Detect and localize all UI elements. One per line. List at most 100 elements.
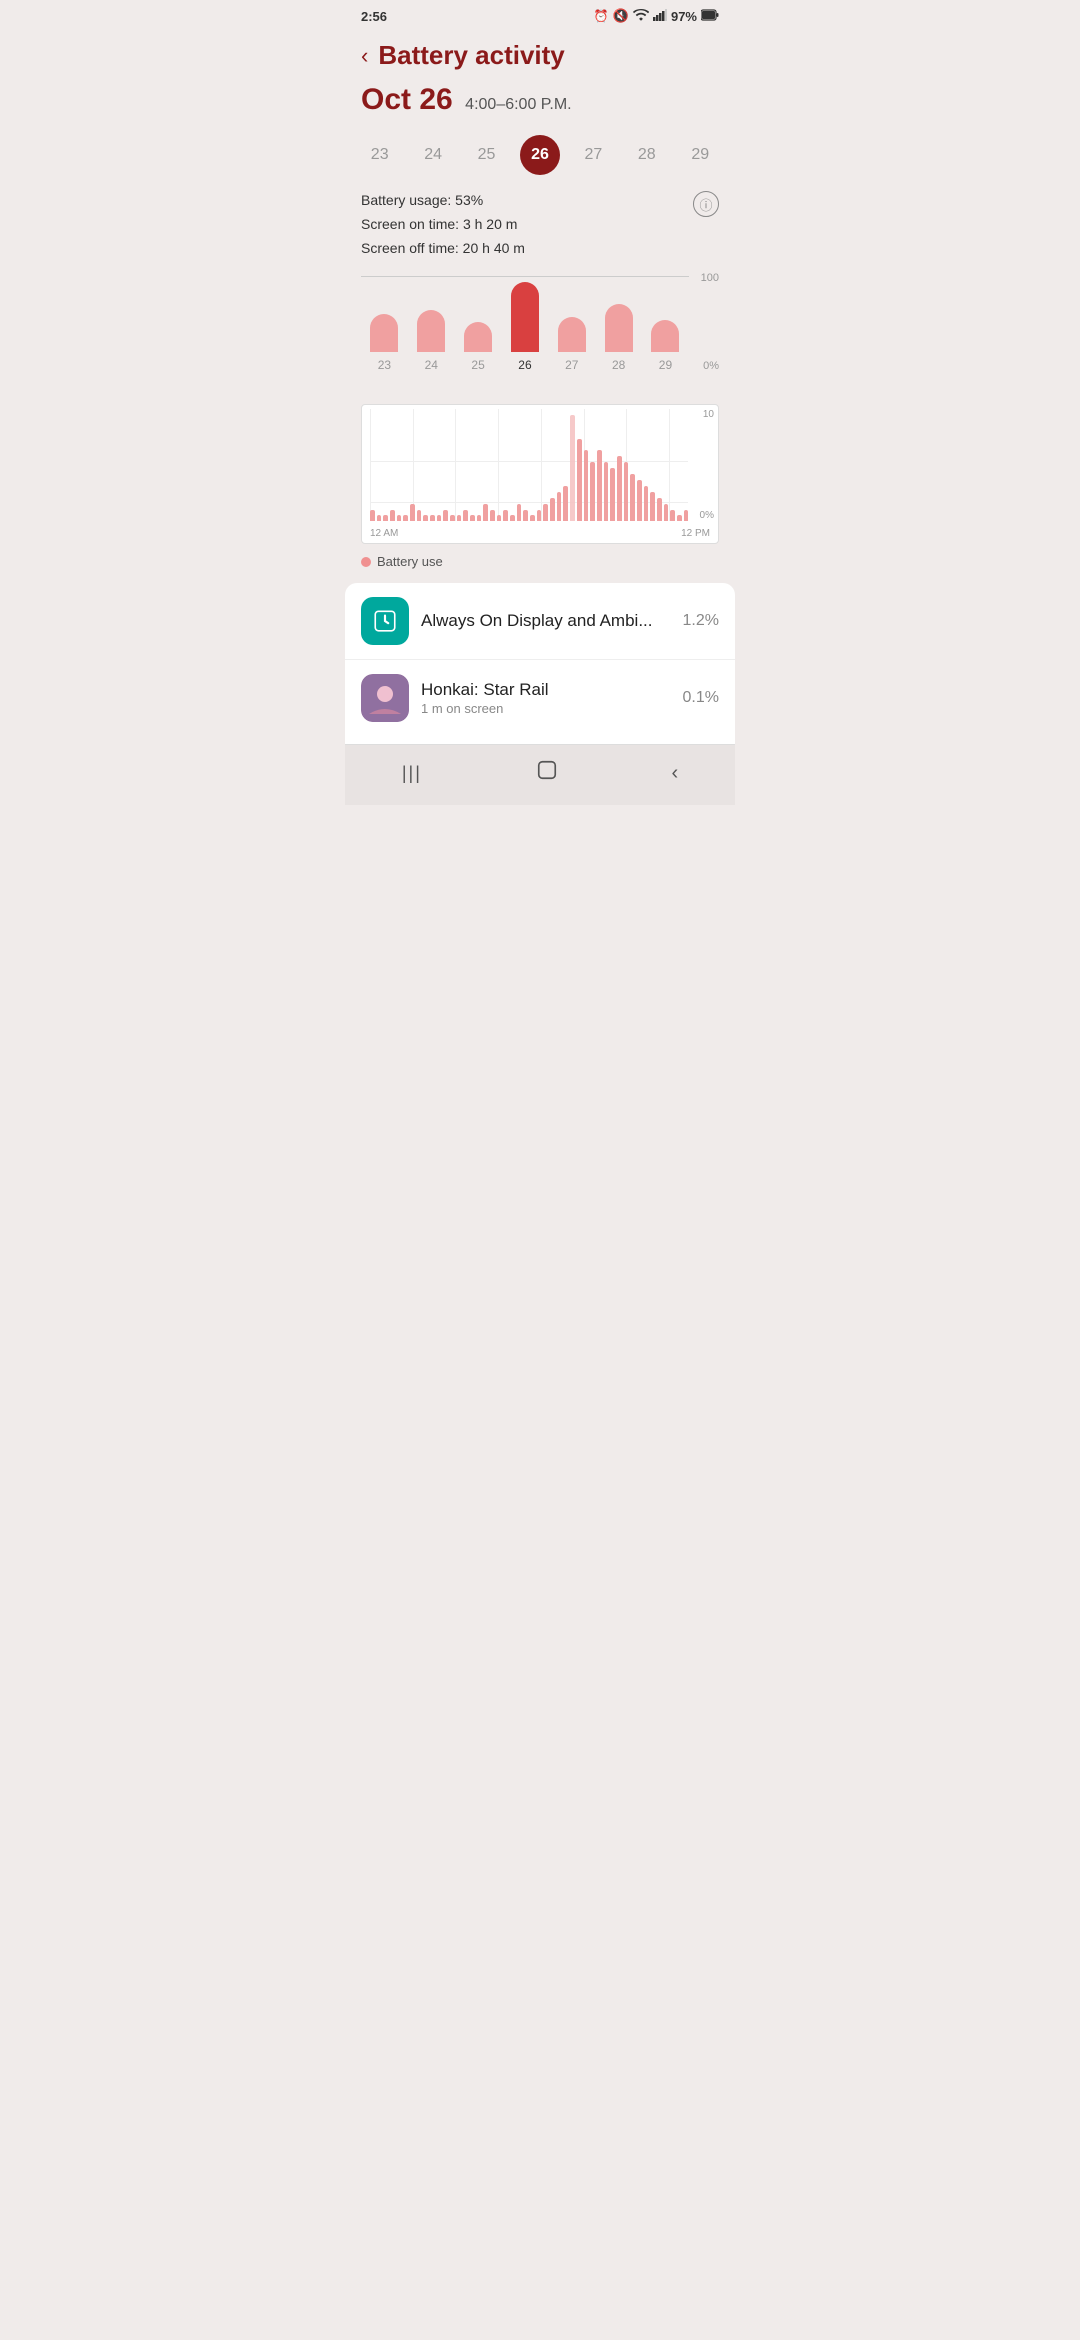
- status-icons: ⏰ 🔇 97%: [594, 8, 719, 24]
- app-sub-1: 1 m on screen: [421, 701, 671, 716]
- weekly-bar-rect: [370, 314, 398, 352]
- date-nav-item-29[interactable]: 29: [680, 146, 720, 164]
- daily-bar-42: [650, 492, 655, 522]
- weekly-bar-rect: [417, 310, 445, 352]
- date-nav-item-25[interactable]: 25: [467, 146, 507, 164]
- daily-bar-43: [657, 498, 662, 522]
- battery-icon: [701, 9, 719, 24]
- daily-bar-12: [450, 515, 455, 521]
- date-nav-item-24[interactable]: 24: [413, 146, 453, 164]
- daily-bar-44: [664, 504, 669, 522]
- back-nav-button[interactable]: ‹: [651, 758, 698, 789]
- app-icon-1: [361, 674, 409, 722]
- daily-bar-8: [423, 515, 428, 521]
- daily-bar-31: [577, 439, 582, 522]
- weekly-bar-27: 27: [558, 317, 586, 372]
- app-list-item-1[interactable]: Honkai: Star Rail1 m on screen0.1%: [345, 660, 735, 736]
- daily-chart-axis: 12 AM 12 PM: [362, 528, 718, 539]
- weekly-bar-label: 28: [612, 358, 625, 372]
- info-icon-button[interactable]: ⓘ: [693, 191, 719, 217]
- daily-bar-10: [437, 515, 442, 521]
- daily-bar-37: [617, 456, 622, 521]
- weekly-bar-label: 23: [378, 358, 391, 372]
- weekly-bars: 23 24 25 26 27 28 29: [361, 287, 689, 372]
- app-info-1: Honkai: Star Rail1 m on screen: [421, 680, 671, 716]
- daily-bar-27: [550, 498, 555, 522]
- daily-bar-32: [584, 450, 589, 521]
- date-nav-item-27[interactable]: 27: [573, 146, 613, 164]
- battery-usage-stat: Battery usage: 53%: [361, 189, 719, 213]
- daily-bar-29: [563, 486, 568, 521]
- daily-bar-16: [477, 515, 482, 521]
- home-button[interactable]: [516, 755, 578, 791]
- app-info-0: Always On Display and Ambi...: [421, 611, 671, 631]
- date-nav-item-28[interactable]: 28: [627, 146, 667, 164]
- daily-bar-26: [543, 504, 548, 522]
- back-button[interactable]: ‹: [361, 45, 368, 67]
- daily-chart: 10 0% 12 AM 12 PM: [361, 404, 719, 544]
- signal-icon: [653, 9, 667, 24]
- weekly-bar-label: 27: [565, 358, 578, 372]
- daily-chart-label-0: 0%: [700, 510, 714, 521]
- daily-bar-7: [417, 510, 422, 522]
- legend-label: Battery use: [377, 554, 443, 569]
- daily-bar-25: [537, 510, 542, 522]
- weekly-bar-29: 29: [651, 320, 679, 372]
- daily-bar-24: [530, 515, 535, 521]
- app-list-item-0[interactable]: Always On Display and Ambi... 1.2%: [345, 583, 735, 660]
- date-nav: 23 24 25 26 27 28 29: [345, 125, 735, 181]
- chart-gridline-100: [361, 276, 689, 277]
- daily-bar-22: [517, 504, 522, 522]
- daily-bar-40: [637, 480, 642, 521]
- weekly-bar-label: 25: [471, 358, 484, 372]
- weekly-bar-rect: [464, 322, 492, 352]
- alarm-icon: ⏰: [594, 9, 609, 23]
- screen-on-stat: Screen on time: 3 h 20 m: [361, 213, 719, 237]
- date-nav-item-26[interactable]: 26: [520, 135, 560, 175]
- daily-bar-23: [523, 510, 528, 522]
- weekly-bar-23: 23: [370, 314, 398, 372]
- daily-bar-21: [510, 515, 515, 521]
- daily-bar-28: [557, 492, 562, 522]
- daily-bar-1: [377, 515, 382, 521]
- status-bar: 2:56 ⏰ 🔇 97%: [345, 0, 735, 28]
- daily-bar-2: [383, 515, 388, 521]
- app-icon-0: [361, 597, 409, 645]
- legend-dot: [361, 557, 371, 567]
- mute-icon: 🔇: [613, 8, 629, 24]
- daily-bar-36: [610, 468, 615, 521]
- stats-section: Battery usage: 53% Screen on time: 3 h 2…: [345, 181, 735, 264]
- weekly-bar-28: 28: [605, 304, 633, 372]
- daily-bar-45: [670, 510, 675, 522]
- daily-bar-19: [497, 515, 502, 521]
- daily-bar-47: [684, 510, 689, 522]
- daily-bar-38: [624, 462, 629, 521]
- daily-bar-14: [463, 510, 468, 522]
- app-list: Always On Display and Ambi... 1.2% Honkai:…: [345, 583, 735, 744]
- weekly-bar-label: 24: [425, 358, 438, 372]
- recents-button[interactable]: |||: [382, 759, 442, 788]
- page-title: Battery activity: [378, 40, 564, 71]
- daily-bar-5: [403, 515, 408, 521]
- app-percent-0: 1.2%: [683, 612, 719, 630]
- daily-bars-container: [370, 409, 688, 521]
- daily-bar-6: [410, 504, 415, 522]
- weekly-bar-26: 26: [511, 282, 539, 372]
- app-name-1: Honkai: Star Rail: [421, 680, 671, 700]
- daily-bar-13: [457, 515, 462, 521]
- app-name-0: Always On Display and Ambi...: [421, 611, 671, 631]
- header: ‹ Battery activity: [345, 28, 735, 79]
- daily-bar-35: [604, 462, 609, 521]
- date-day: Oct 26: [361, 83, 453, 116]
- daily-bar-18: [490, 510, 495, 522]
- date-nav-item-23[interactable]: 23: [360, 146, 400, 164]
- weekly-bar-label: 26: [518, 358, 531, 372]
- daily-bar-46: [677, 515, 682, 521]
- time-start: 12 AM: [370, 528, 398, 539]
- chart-legend: Battery use: [345, 548, 735, 575]
- weekly-bar-rect: [605, 304, 633, 352]
- screen-off-stat: Screen off time: 20 h 40 m: [361, 237, 719, 261]
- weekly-bar-25: 25: [464, 322, 492, 372]
- battery-percent: 97%: [671, 9, 697, 24]
- chart-label-100: 100: [701, 272, 719, 284]
